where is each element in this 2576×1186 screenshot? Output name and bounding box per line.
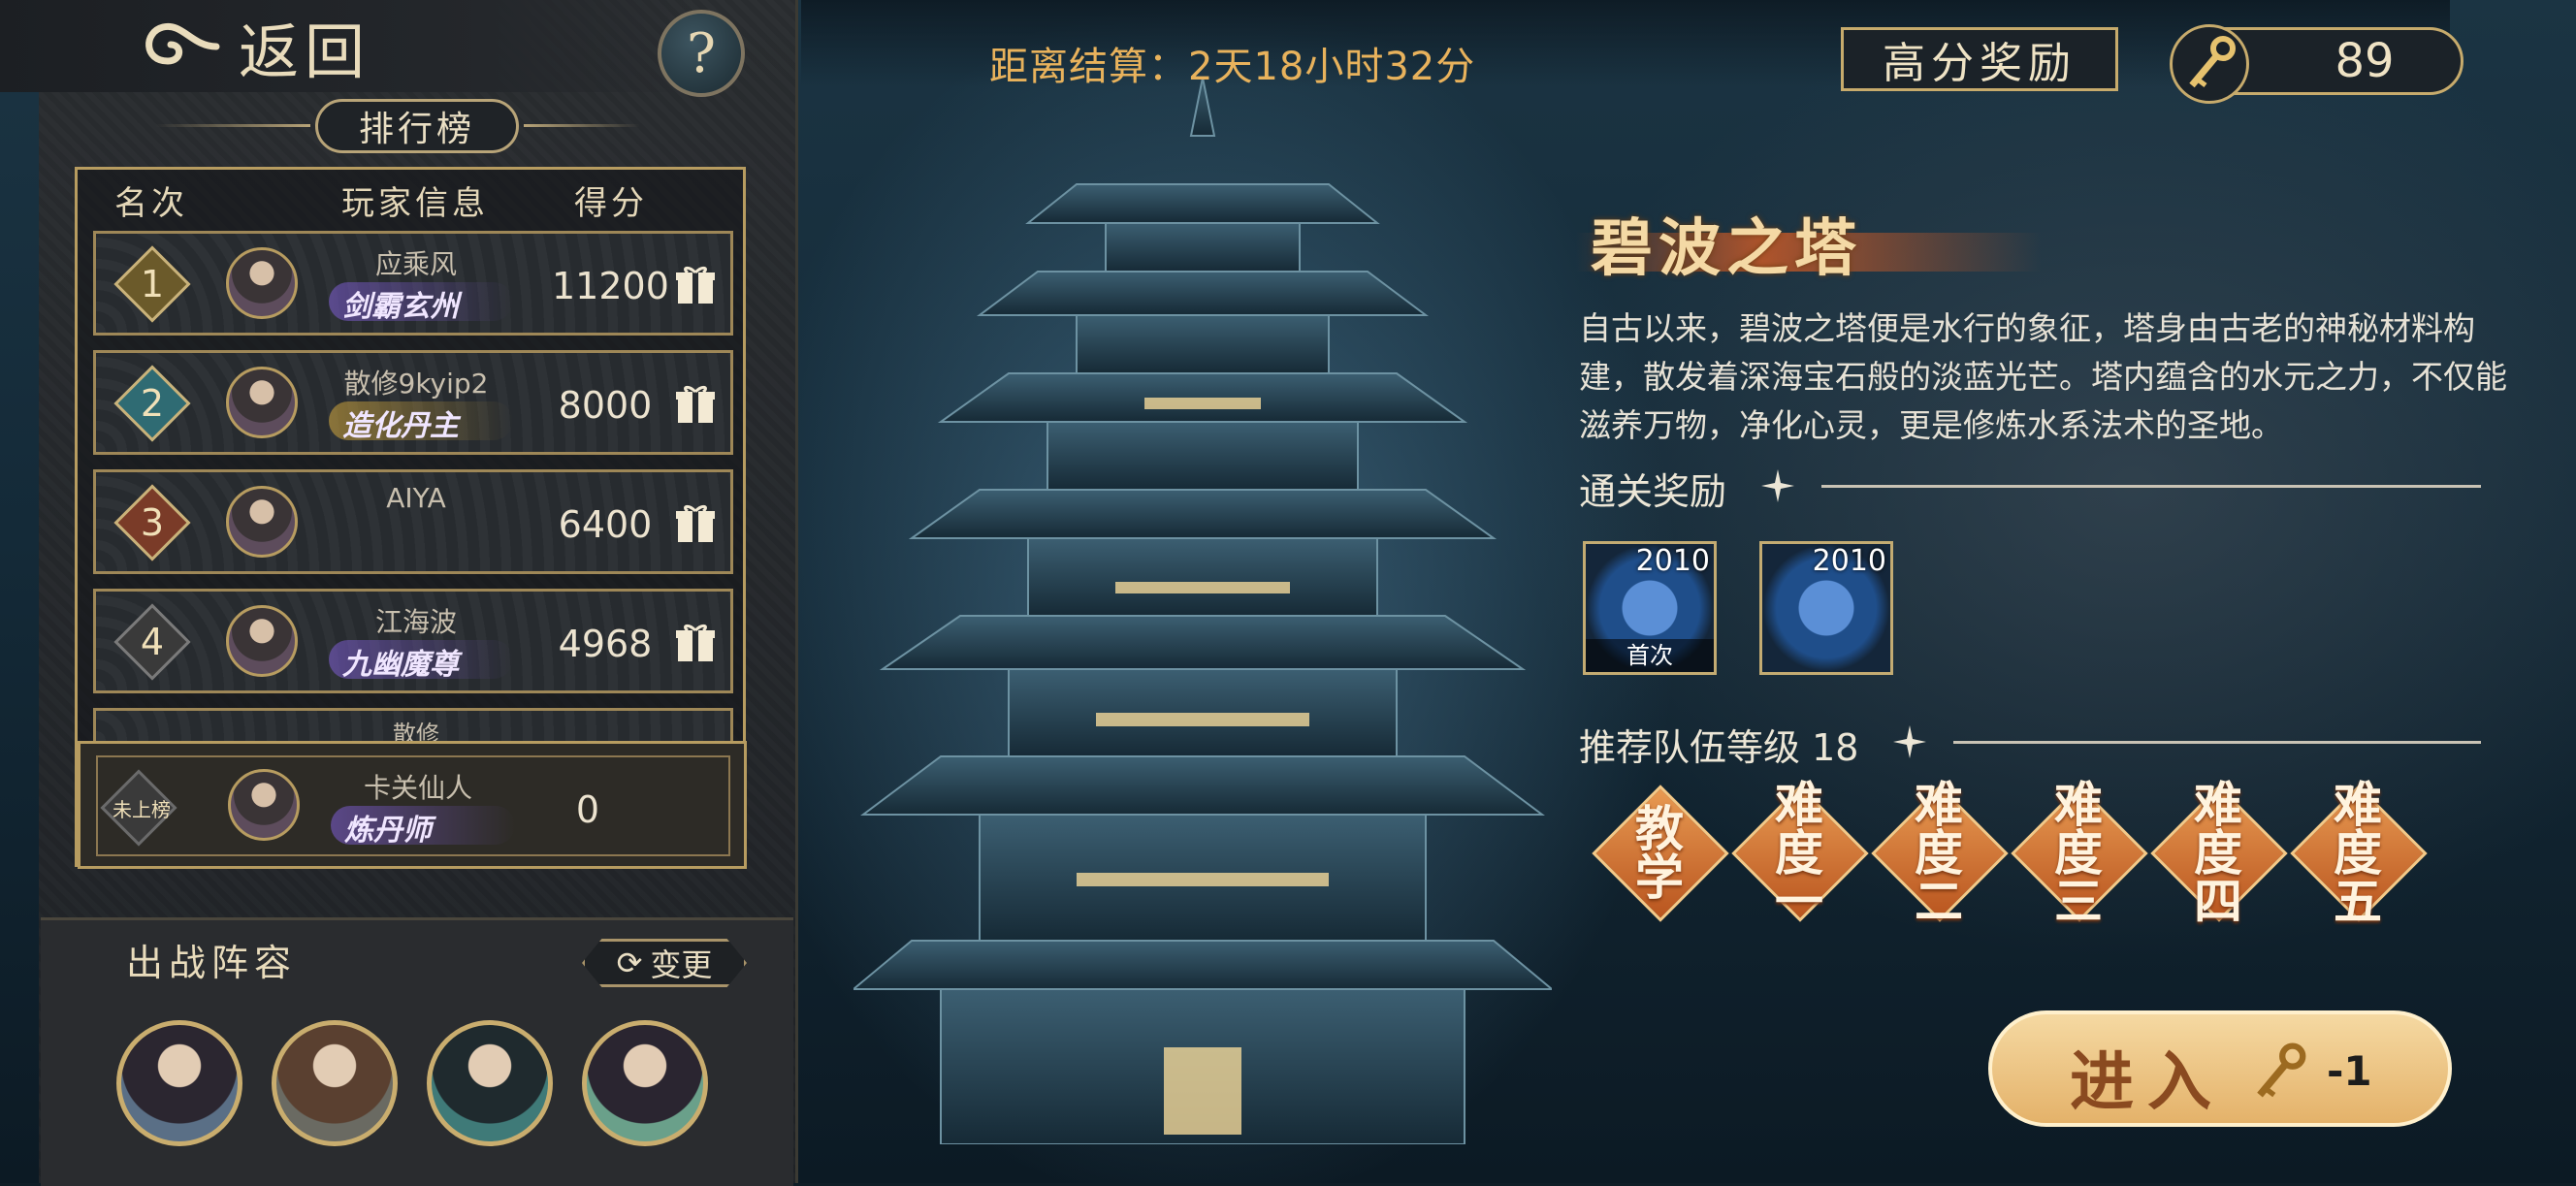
clear-reward-title: 通关奖励: [1579, 470, 1727, 513]
rank-number: 4: [140, 621, 165, 663]
rank-number: 2: [140, 382, 165, 425]
back-label: 返回: [239, 16, 371, 87]
leaderboard-row-partial[interactable]: 散修: [93, 708, 733, 741]
player-title-badge: 炼丹师: [331, 806, 515, 848]
help-button[interactable]: ?: [658, 10, 745, 97]
hero-slot-1[interactable]: [116, 1020, 242, 1146]
sparkle-icon: [1761, 469, 1794, 502]
player-title-badge: 造化丹主: [329, 401, 513, 443]
back-button[interactable]: 返回: [124, 8, 370, 87]
difficulty-4[interactable]: 难度四: [2150, 776, 2288, 930]
player-name: 江海波: [374, 606, 457, 638]
difficulty-label: 难度一: [1775, 776, 1825, 930]
difficulty-2[interactable]: 难度二: [1871, 776, 2009, 930]
player-title-badge: 九幽魔尊: [329, 640, 513, 682]
avatar[interactable]: [226, 367, 298, 438]
high-score-reward-button[interactable]: 高分奖励: [1841, 27, 2118, 91]
gift-icon[interactable]: [674, 621, 717, 663]
key-counter: 89: [2170, 24, 2463, 104]
my-rank-inner: 未上榜 卡关仙人 炼丹师 0: [96, 755, 730, 856]
key-badge: [2170, 24, 2249, 104]
change-lineup-button[interactable]: ⟳ 变更: [582, 939, 747, 987]
recommend-level-title: 推荐队伍等级 18: [1579, 726, 1859, 769]
hero-slot-2[interactable]: [272, 1020, 398, 1146]
first-clear-tag: 首次: [1586, 639, 1714, 672]
key-icon: [2189, 36, 2236, 88]
player-name: 应乘风: [374, 248, 457, 280]
player-name: 散修9kyip2: [343, 368, 489, 400]
difficulty-tutorial[interactable]: 教学: [1592, 785, 1729, 922]
player-score: 11200: [552, 265, 669, 307]
cloud-swirl-icon: [145, 22, 220, 65]
player-name: 散修: [393, 721, 439, 741]
player-name: 卡关仙人: [363, 772, 472, 804]
column-header-rank: 名次: [114, 184, 188, 223]
rank-number: 3: [140, 501, 165, 544]
my-rank-row[interactable]: 未上榜 卡关仙人 炼丹师 0: [78, 741, 747, 869]
rank-number: 1: [140, 263, 165, 305]
tower-illustration: [853, 78, 1552, 1144]
difficulty-5[interactable]: 难度五: [2290, 776, 2428, 930]
player-name: AIYA: [386, 482, 446, 514]
avatar[interactable]: [226, 247, 298, 319]
player-title-badge: 剑霸玄州: [329, 282, 513, 324]
sparkle-icon: [1893, 725, 1926, 758]
player-score: 4968: [558, 623, 653, 665]
section-divider: [1821, 485, 2481, 488]
reward-item[interactable]: 2010: [1759, 541, 1893, 675]
column-header-player: 玩家信息: [341, 184, 489, 223]
gift-icon[interactable]: [674, 501, 717, 544]
difficulty-label: 教学: [1635, 800, 1686, 906]
gift-icon[interactable]: [674, 263, 717, 305]
column-header-score: 得分: [574, 184, 648, 223]
difficulty-label: 难度四: [2194, 776, 2244, 930]
refresh-icon: ⟳: [616, 945, 643, 981]
section-divider: [1953, 741, 2481, 744]
title-divider-right: [524, 124, 640, 127]
difficulty-label: 难度二: [1915, 776, 1965, 930]
player-score: 8000: [558, 384, 653, 427]
difficulty-label: 难度五: [2334, 776, 2384, 930]
leaderboard-title-bar: 排行榜: [155, 99, 640, 153]
leaderboard-row[interactable]: 4 江海波 九幽魔尊 4968: [93, 589, 733, 693]
avatar[interactable]: [226, 486, 298, 558]
lineup-title: 出战阵容: [126, 942, 298, 984]
leaderboard-title: 排行榜: [315, 99, 519, 153]
difficulty-3[interactable]: 难度三: [2011, 776, 2148, 930]
leaderboard-row[interactable]: 1 应乘风 剑霸玄州 11200: [93, 231, 733, 336]
player-score: 6400: [558, 503, 653, 546]
reward-count: 2010: [1812, 544, 1886, 578]
avatar[interactable]: [228, 769, 300, 841]
tower-title: 碧波之塔: [1591, 212, 1862, 285]
hero-slot-4[interactable]: [582, 1020, 708, 1146]
enter-button[interactable]: 进入 -1: [1988, 1010, 2452, 1127]
reward-item[interactable]: 2010 首次: [1583, 541, 1717, 675]
enter-cost: -1: [2327, 1047, 2372, 1095]
settlement-timer: 距离结算：2天18小时32分: [989, 45, 1476, 89]
hero-slot-3[interactable]: [427, 1020, 553, 1146]
difficulty-1[interactable]: 难度一: [1731, 776, 1869, 930]
change-label: 变更: [650, 946, 713, 983]
gift-icon[interactable]: [674, 382, 717, 425]
key-icon: [2257, 1042, 2306, 1098]
leaderboard-row[interactable]: 3 AIYA 6400: [93, 469, 733, 574]
rank-number: 未上榜: [113, 797, 171, 821]
leaderboard-row[interactable]: 2 散修9kyip2 造化丹主 8000: [93, 350, 733, 455]
reward-count: 2010: [1635, 544, 1710, 578]
difficulty-label: 难度三: [2054, 776, 2105, 930]
enter-label: 进入: [2070, 1043, 2225, 1119]
title-divider-left: [155, 124, 310, 127]
player-score: 0: [575, 788, 600, 831]
tower-description: 自古以来，碧波之塔便是水行的象征，塔身由古老的神秘材料构建，散发着深海宝石般的淡…: [1579, 309, 2507, 444]
avatar[interactable]: [226, 605, 298, 677]
key-count: 89: [2334, 34, 2395, 88]
